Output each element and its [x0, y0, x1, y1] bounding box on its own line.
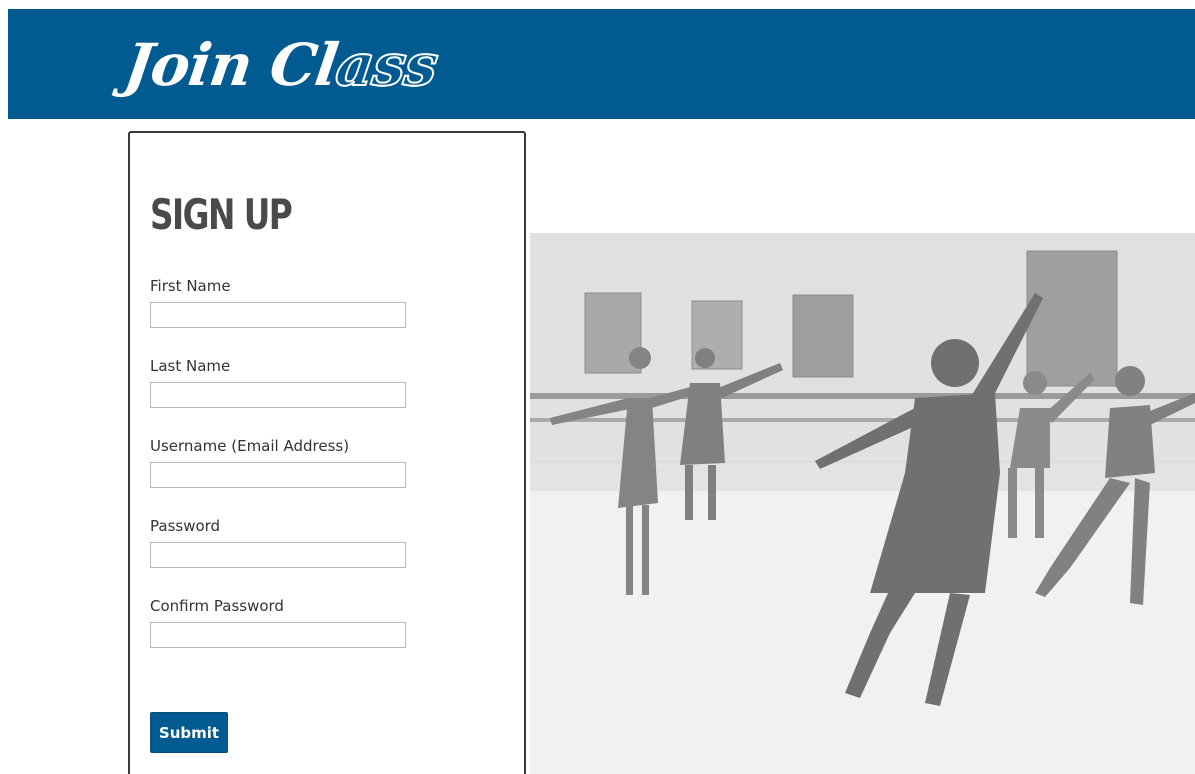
last-name-field-group: Last Name [150, 356, 406, 408]
username-label: Username (Email Address) [150, 437, 350, 455]
dance-class-photo-image [530, 233, 1195, 774]
logo-text-main: Join Cl [120, 31, 342, 99]
first-name-label: First Name [150, 277, 231, 295]
logo-text-outlined: ass [331, 30, 442, 100]
first-name-input[interactable] [150, 302, 406, 328]
username-field-group: Username (Email Address) [150, 436, 406, 488]
signup-title: SIGN UP [150, 190, 293, 239]
confirm-password-input[interactable] [150, 622, 406, 648]
first-name-field-group: First Name [150, 276, 406, 328]
submit-button[interactable]: Submit [150, 712, 228, 753]
password-input[interactable] [150, 542, 406, 568]
last-name-label: Last Name [150, 357, 231, 375]
confirm-password-label: Confirm Password [150, 597, 284, 615]
password-field-group: Password [150, 516, 406, 568]
page: Join Class SIGN UP First Name Last Name … [0, 0, 1195, 774]
username-email-input[interactable] [150, 462, 406, 488]
confirm-password-field-group: Confirm Password [150, 596, 406, 648]
dance-class-photo [530, 233, 1195, 774]
join-class-logo[interactable]: Join Class [119, 22, 443, 108]
last-name-input[interactable] [150, 382, 406, 408]
password-label: Password [150, 517, 221, 535]
signup-panel: SIGN UP First Name Last Name Username (E… [128, 131, 526, 774]
